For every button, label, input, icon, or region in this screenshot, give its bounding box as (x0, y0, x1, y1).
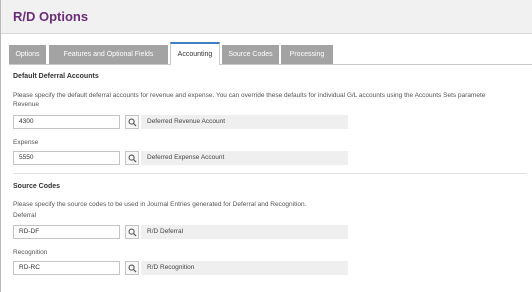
revenue-lookup-button[interactable] (125, 115, 139, 129)
tab-source-codes[interactable]: Source Codes (222, 45, 279, 64)
source-codes-heading: Source Codes (13, 183, 61, 190)
tab-accounting[interactable]: Accounting (170, 42, 220, 65)
deferral-label: Deferral (13, 212, 37, 219)
deferral-lookup-button[interactable] (125, 225, 139, 239)
source-codes-description: Please specify the source codes to be us… (13, 201, 307, 208)
section-divider (13, 173, 527, 174)
expense-label: Expense (13, 139, 39, 146)
recognition-source-code-input[interactable]: RD-RC (13, 261, 120, 275)
deferral-accounts-heading: Default Deferral Accounts (13, 73, 99, 80)
rd-options-window: R/D Options Options Features and Optiona… (0, 0, 532, 292)
deferral-accounts-description: Please specify the default deferral acco… (13, 92, 486, 99)
recognition-lookup-button[interactable] (125, 261, 139, 275)
revenue-account-input[interactable]: 4300 (13, 115, 120, 129)
search-icon (128, 228, 137, 237)
recognition-source-code-description: R/D Recognition (141, 261, 348, 275)
deferral-source-code-input[interactable]: RD-DF (13, 225, 120, 239)
window-title: R/D Options (13, 9, 89, 24)
tab-features-optional-fields[interactable]: Features and Optional Fields (49, 45, 168, 64)
tab-bar: Options Features and Optional Fields Acc… (9, 42, 532, 65)
expense-lookup-button[interactable] (125, 151, 139, 165)
search-icon (128, 118, 137, 127)
recognition-label: Recognition (13, 249, 48, 256)
revenue-label: Revenue (13, 101, 40, 108)
deferral-source-code-description: R/D Deferral (141, 225, 348, 239)
title-bar: R/D Options (1, 0, 532, 34)
search-icon (128, 264, 137, 273)
tab-options[interactable]: Options (9, 45, 46, 64)
revenue-account-description: Deferred Revenue Account (141, 115, 348, 129)
expense-account-input[interactable]: 5550 (13, 151, 120, 165)
tab-processing[interactable]: Processing (281, 45, 333, 64)
search-icon (128, 154, 137, 163)
expense-account-description: Deferred Expense Account (141, 151, 348, 165)
